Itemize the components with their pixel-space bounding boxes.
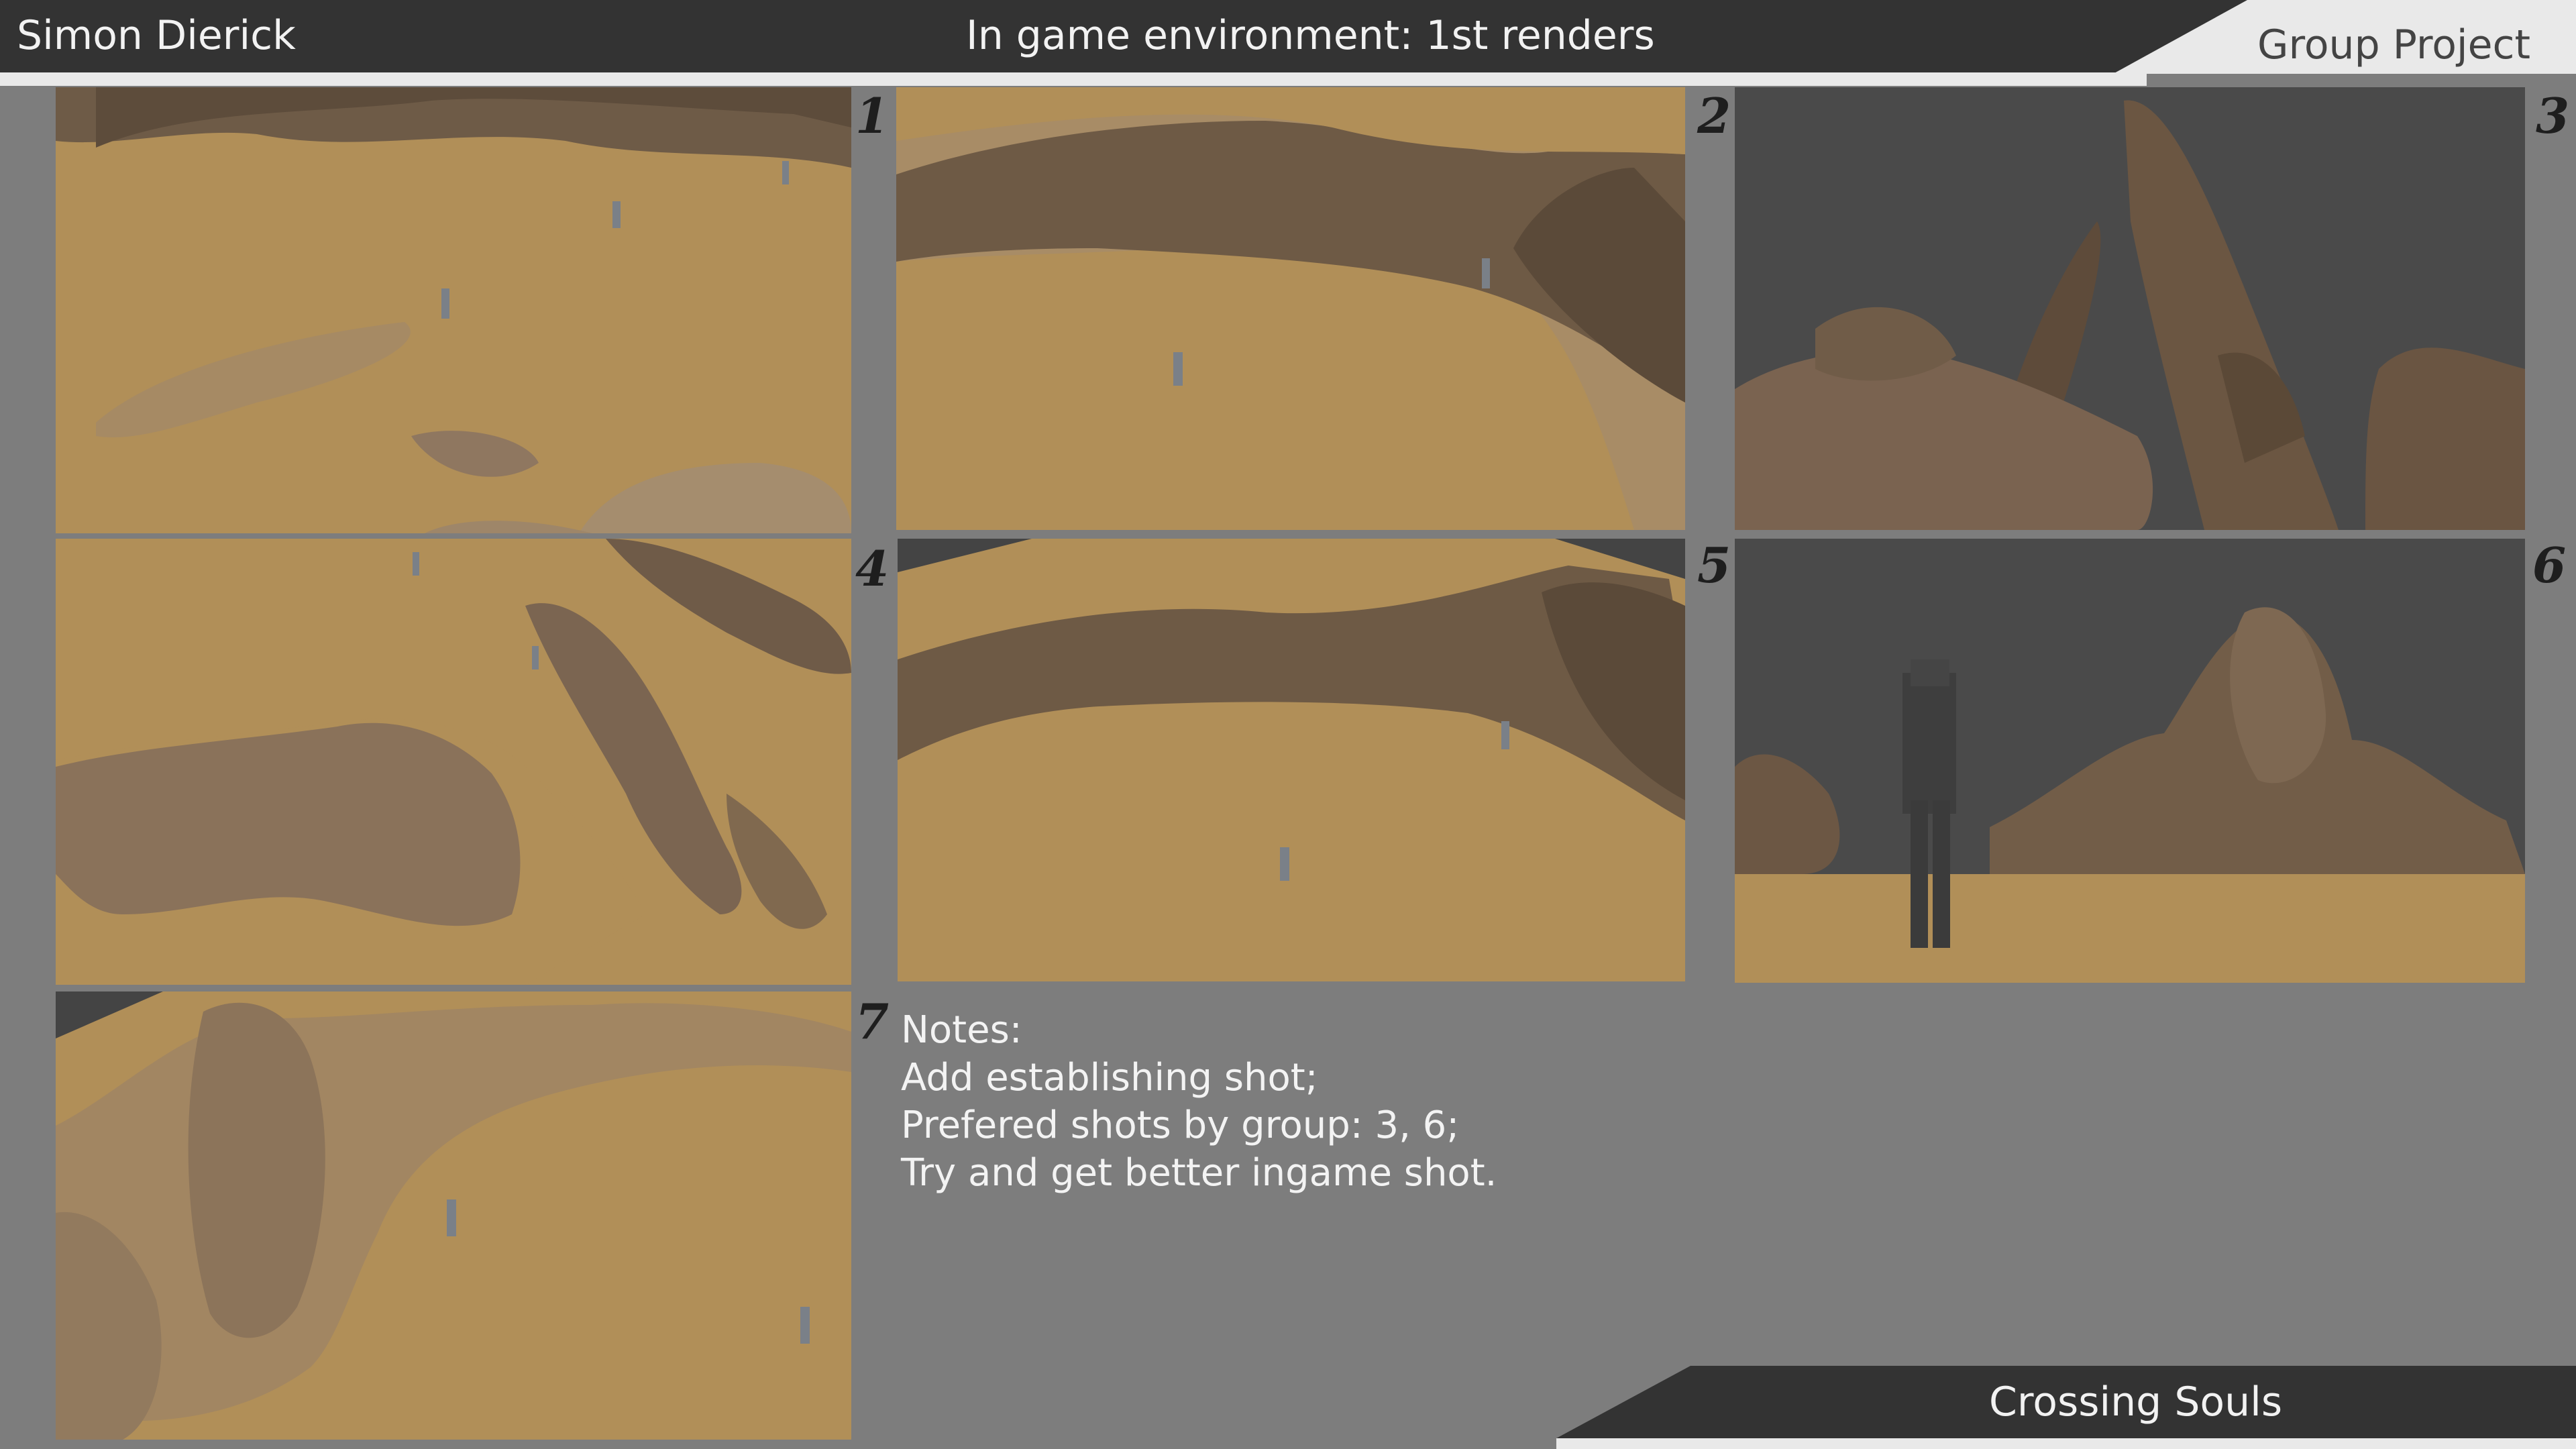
panel-number-1: 1 [855, 87, 890, 144]
render-panel-3[interactable] [1735, 87, 2525, 530]
render-panel-6[interactable] [1735, 539, 2525, 983]
render-panel-7[interactable] [56, 991, 851, 1440]
notes-heading: Notes: [901, 1008, 1022, 1052]
render-1-image [56, 87, 851, 533]
render-5-image [898, 539, 1685, 981]
notes-block: Notes: Add establishing shot; Prefered s… [901, 1006, 1497, 1197]
render-panel-5[interactable] [898, 539, 1685, 981]
render-panel-2[interactable] [896, 87, 1685, 530]
panel-number-6: 6 [2532, 537, 2567, 594]
notes-line-1: Add establishing shot; [901, 1056, 1318, 1099]
render-2-image [896, 87, 1685, 530]
project-title: Crossing Souls [1989, 1379, 2283, 1426]
group-project-label: Group Project [2257, 21, 2531, 68]
render-7-image [56, 991, 851, 1440]
render-3-image [1735, 87, 2525, 530]
author-name: Simon Dierick [17, 12, 296, 59]
page-title: In game environment: 1st renders [966, 12, 1655, 59]
render-6-image [1735, 539, 2525, 983]
notes-line-2: Prefered shots by group: 3, 6; [901, 1104, 1460, 1147]
render-panel-4[interactable] [56, 539, 851, 985]
panel-number-2: 2 [1697, 87, 1731, 144]
render-panel-1[interactable] [56, 87, 851, 533]
panel-number-3: 3 [2536, 87, 2570, 144]
render-4-image [56, 539, 851, 985]
panel-number-7: 7 [855, 993, 890, 1050]
notes-line-3: Try and get better ingame shot. [901, 1151, 1497, 1195]
header-underline [0, 72, 2147, 86]
panel-number-5: 5 [1697, 537, 1731, 594]
panel-number-4: 4 [855, 540, 890, 597]
